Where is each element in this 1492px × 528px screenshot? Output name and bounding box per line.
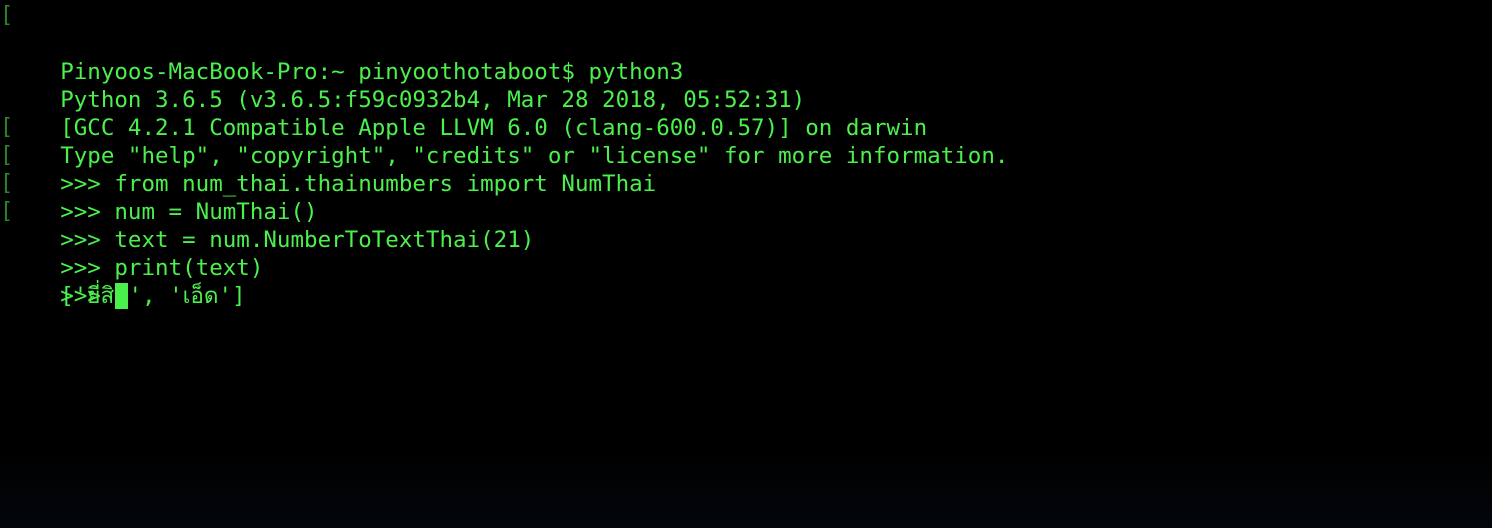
terminal-line: [ >>> text = num.NumberToTextThai(21) xyxy=(0,170,1492,253)
terminal-line: [ >>> print(text) xyxy=(0,198,1492,281)
line-marker: [ xyxy=(0,3,14,28)
terminal-line: [ Pinyoos-MacBook-Pro:~ pinyoothotaboot$… xyxy=(0,2,1492,85)
terminal-window[interactable]: [ Pinyoos-MacBook-Pro:~ pinyoothotaboot$… xyxy=(0,0,1492,528)
text-cursor xyxy=(115,282,129,309)
terminal-prompt-line[interactable]: >>> xyxy=(0,254,1492,309)
python-prompt: >>> xyxy=(60,283,115,309)
line-marker: [ xyxy=(0,115,14,140)
line-marker: [ xyxy=(0,143,14,168)
terminal-line: Type "help", "copyright", "credits" or "… xyxy=(0,86,1492,169)
terminal-line: ['ยี่สิบ', 'เอ็ด'] xyxy=(0,226,1492,309)
terminal-line: [ >>> from num_thai.thainumbers import N… xyxy=(0,114,1492,197)
terminal-line: [ >>> num = NumThai() xyxy=(0,142,1492,225)
terminal-line: [GCC 4.2.1 Compatible Apple LLVM 6.0 (cl… xyxy=(0,58,1492,141)
line-marker: [ xyxy=(0,171,14,196)
terminal-line: Python 3.6.5 (v3.6.5:f59c0932b4, Mar 28 … xyxy=(0,30,1492,113)
line-marker: [ xyxy=(0,199,14,224)
